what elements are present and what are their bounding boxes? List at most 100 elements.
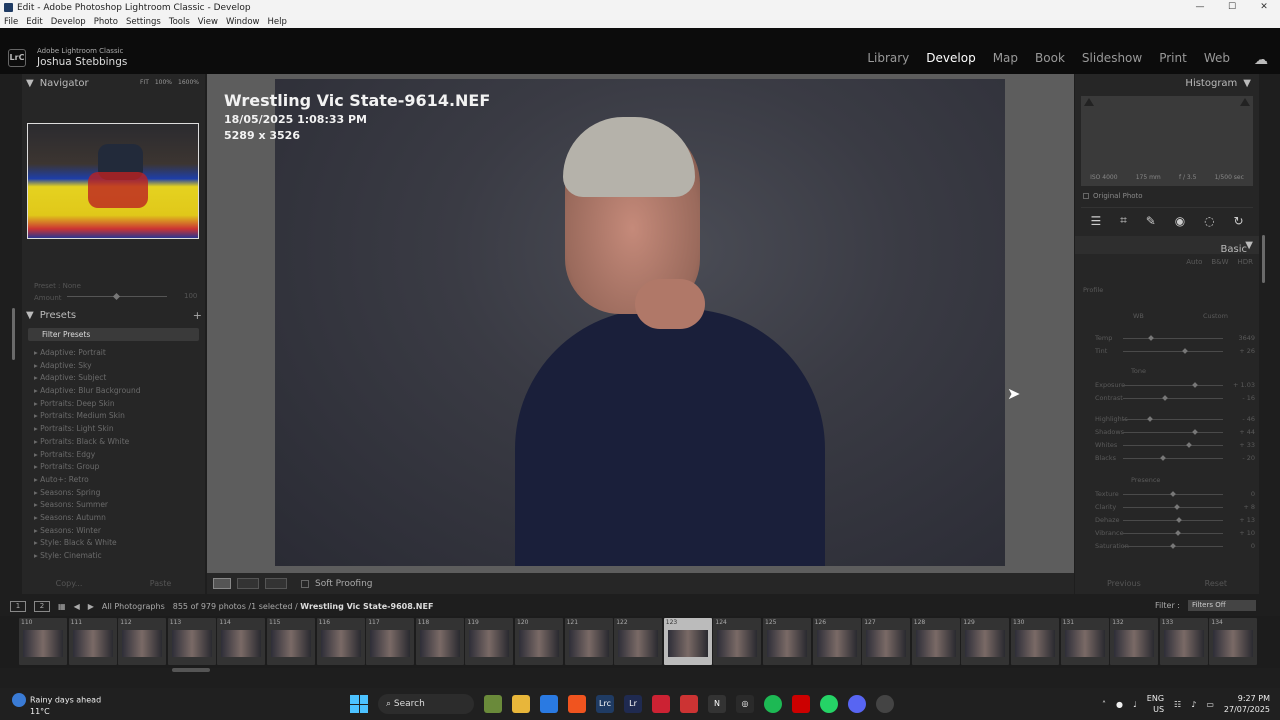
filmstrip-thumbnail[interactable]: 133 [1159,618,1208,665]
slider-value[interactable]: 3649 [1238,334,1255,342]
presets-header[interactable]: ▼ Presets [22,306,205,325]
filmstrip-thumbnail[interactable]: 112 [118,618,167,665]
language-indicator[interactable]: ENG US [1147,693,1164,715]
slider-value[interactable]: - 16 [1242,394,1255,402]
loupe-view[interactable]: Wrestling Vic State-9614.NEF 18/05/2025 … [207,74,1074,573]
display-1-button[interactable]: 1 [10,600,26,612]
app-icon-dark-red[interactable] [792,695,810,713]
slider-value[interactable]: 0 [1251,542,1255,550]
slider-track[interactable] [1123,338,1223,339]
nav-100[interactable]: 100% [155,79,172,86]
preset-item[interactable]: ▸ Adaptive: Subject [34,372,140,385]
slider-track[interactable] [1123,507,1223,508]
slider-highlights[interactable]: Highlights - 46 [1095,413,1255,425]
compare-button[interactable] [265,578,287,589]
news-icon[interactable] [680,695,698,713]
menu-develop[interactable]: Develop [51,17,86,27]
paste-button[interactable]: Paste [150,579,172,588]
filmstrip-thumbnail[interactable]: 113 [167,618,216,665]
whatsapp-icon[interactable] [820,695,838,713]
slider-value[interactable]: + 8 [1243,503,1255,511]
preset-item[interactable]: ▸ Style: Cinematic [34,550,140,563]
amount-knob[interactable] [112,292,121,301]
menu-view[interactable]: View [198,17,218,27]
nav-1600[interactable]: 1600% [178,79,199,86]
loupe-view-button[interactable] [213,578,231,589]
slider-value[interactable]: 0 [1251,490,1255,498]
discord-icon[interactable] [848,695,866,713]
brave-icon[interactable] [568,695,586,713]
app-icon-red[interactable] [652,695,670,713]
filmstrip-thumbnail[interactable]: 124 [713,618,762,665]
filmstrip-thumbnail[interactable]: 114 [217,618,266,665]
slider-knob[interactable] [1192,382,1198,388]
module-develop[interactable]: Develop [926,51,975,65]
slider-value[interactable]: + 26 [1239,347,1255,355]
preset-item[interactable]: ▸ Seasons: Summer [34,499,140,512]
soft-proofing-checkbox[interactable] [301,579,309,588]
filmstrip-thumbnail[interactable]: 116 [316,618,365,665]
filter-dropdown[interactable]: Filters Off [1188,600,1256,611]
chevron-up-icon[interactable]: ˄ [1102,700,1106,709]
slider-whites[interactable]: Whites + 33 [1095,439,1255,451]
slider-track[interactable] [1123,385,1223,386]
histogram-header[interactable]: Histogram ▼ [1075,74,1259,93]
preset-item[interactable]: ▸ Portraits: Group [34,461,140,474]
slider-knob[interactable] [1148,335,1154,341]
preset-item[interactable]: ▸ Portraits: Light Skin [34,423,140,436]
slider-vibrance[interactable]: Vibrance + 10 [1095,527,1255,539]
bw-button[interactable]: B&W [1211,258,1228,266]
notion-icon[interactable]: N [708,695,726,713]
slider-knob[interactable] [1182,348,1188,354]
module-map[interactable]: Map [993,51,1018,65]
slider-clarity[interactable]: Clarity + 8 [1095,501,1255,513]
slider-knob[interactable] [1186,442,1192,448]
filmstrip-thumbnail[interactable]: 120 [515,618,563,665]
histogram[interactable] [1081,96,1253,186]
preset-item[interactable]: ▸ Adaptive: Portrait [34,347,140,360]
copy-button[interactable]: Copy... [56,579,83,588]
highlight-clip-icon[interactable] [1240,98,1250,106]
slider-value[interactable]: - 20 [1242,454,1255,462]
original-photo-toggle[interactable]: Original Photo [1083,192,1143,200]
auto-button[interactable]: Auto [1186,258,1202,266]
slider-blacks[interactable]: Blacks - 20 [1095,452,1255,464]
chrome-icon[interactable]: ◎ [736,695,754,713]
slider-track[interactable] [1123,351,1223,352]
shadow-clip-icon[interactable] [1084,98,1094,106]
menu-window[interactable]: Window [226,17,260,27]
filmstrip-thumbnail[interactable]: 129 [961,618,1010,665]
preset-item[interactable]: ▸ Portraits: Edgy [34,449,140,462]
menu-tools[interactable]: Tools [169,17,190,27]
cloud-icon[interactable]: ☁ [1254,52,1268,68]
filmstrip-thumbnail[interactable]: 111 [68,618,117,665]
filmstrip-thumbnail[interactable]: 134 [1209,618,1258,665]
slider-knob[interactable] [1175,530,1181,536]
module-book[interactable]: Book [1035,51,1065,65]
slider-saturation[interactable]: Saturation 0 [1095,540,1255,552]
slider-dehaze[interactable]: Dehaze + 13 [1095,514,1255,526]
slider-knob[interactable] [1162,395,1168,401]
preset-item[interactable]: ▸ Seasons: Spring [34,487,140,500]
wifi-icon[interactable]: ☷ [1174,700,1181,709]
reset-button[interactable]: Reset [1205,579,1227,588]
taskbar-search[interactable]: ⌕ Search [378,694,474,714]
filmstrip-thumbnail[interactable]: 132 [1110,618,1159,665]
preset-item[interactable]: ▸ Portraits: Black & White [34,436,140,449]
before-after-button[interactable] [237,578,259,589]
slider-temp[interactable]: Temp 3649 [1095,332,1255,344]
crop-icon[interactable]: ⌗ [1120,213,1127,228]
filmstrip-thumbnail[interactable]: 118 [415,618,464,665]
source-label[interactable]: All Photographs [102,602,165,611]
slider-knob[interactable] [1160,455,1166,461]
preset-item[interactable]: ▸ Seasons: Winter [34,525,140,538]
forward-arrow-icon[interactable]: ▶ [88,602,94,611]
lightroom-classic-icon[interactable]: Lrc [596,695,614,713]
minimize-icon[interactable]: — [1184,0,1216,15]
slider-track[interactable] [1123,398,1223,399]
module-print[interactable]: Print [1159,51,1187,65]
main-photo[interactable] [275,79,1005,566]
preset-item[interactable]: ▸ Auto+: Retro [34,474,140,487]
menu-help[interactable]: Help [267,17,286,27]
slider-track[interactable] [1123,520,1223,521]
